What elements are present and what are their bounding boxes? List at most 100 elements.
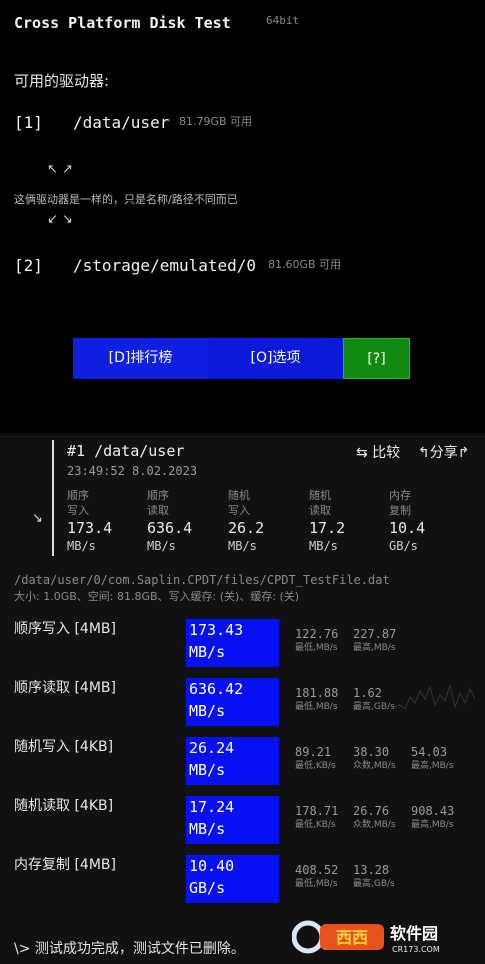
stat-value: 122.76: [295, 627, 339, 641]
summary-label-2: 读取: [147, 504, 169, 517]
arrows-up-icon: ↖ ↗: [47, 162, 73, 177]
summary-label-1: 顺序: [67, 489, 89, 502]
result-timestamp: 23:49:52 8.02.2023: [67, 464, 198, 478]
stat-min: 178.71 最低,KB/s: [295, 803, 338, 832]
result-bar: 636.42 MB/s: [186, 678, 279, 726]
result-unit: MB/s: [189, 702, 226, 720]
stat-value: 178.71: [295, 804, 339, 818]
stat-max: 54.03 最高,MB/s: [411, 744, 454, 773]
stat-label: 最高,GB/s: [353, 879, 395, 889]
arrows-down-icon: ↙ ↘: [47, 212, 73, 227]
summary-unit: MB/s: [228, 539, 257, 553]
test-name: 顺序读取 [4MB]: [14, 680, 116, 696]
result-value: 17.24: [189, 798, 235, 816]
compare-button[interactable]: ⇆ 比较: [356, 442, 400, 462]
watermark-brand: 软件园: [390, 924, 438, 943]
test-row-seq-read: 顺序读取 [4MB] 636.42 MB/s 181.88 最低,MB/s 1.…: [0, 677, 485, 729]
stat-label: 最高,MB/s: [411, 761, 454, 771]
test-row-seq-write: 顺序写入 [4MB] 173.43 MB/s 122.76 最低,MB/s 22…: [0, 618, 485, 670]
drive-1-free-space: 81.79GB 可用: [179, 115, 253, 128]
drive-2-free-space: 81.60GB 可用: [268, 258, 342, 271]
site-watermark-logo: 西西 软件园 CR173.COM: [292, 920, 440, 954]
stat-value: 181.88: [295, 686, 339, 700]
stat-label: 众数,MB/s: [353, 820, 396, 830]
summary-rand-read: 随机 读取 17.2 MB/s: [309, 488, 385, 554]
test-name: 内存复制 [4MB]: [14, 857, 116, 873]
same-drive-note: 这俩驱动器是一样的，只是名称/路径不同而已: [14, 193, 238, 206]
test-row-rand-write: 随机写入 [4KB] 26.24 MB/s 89.21 最低,KB/s 38.3…: [0, 736, 485, 788]
stat-value: 408.52: [295, 863, 339, 877]
help-button[interactable]: [?]: [343, 338, 410, 379]
stat-value: 26.76: [353, 804, 390, 818]
watermark-site: CR173.COM: [392, 945, 440, 954]
stat-label: 最低,MB/s: [295, 879, 338, 889]
stat-value: 227.87: [353, 627, 397, 641]
drive-1-index[interactable]: [1]: [14, 113, 43, 132]
stat-label: 最低,KB/s: [295, 820, 336, 830]
summary-value: 173.4: [67, 519, 113, 537]
test-name: 随机读取 [4KB]: [14, 798, 114, 814]
stat-min: 181.88 最低,MB/s: [295, 685, 338, 714]
status-message: \> 测试成功完成，测试文件已删除。: [14, 941, 245, 957]
stat-max: 227.87 最高,MB/s: [353, 626, 396, 655]
result-value: 10.40: [189, 857, 235, 875]
test-row-mem-copy: 内存复制 [4MB] 10.40 GB/s 408.52 最低,MB/s 13.…: [0, 854, 485, 906]
stat-max: 908.43 最高,MB/s: [411, 803, 454, 832]
summary-value: 636.4: [147, 519, 193, 537]
stat-label: 最高,GB/s: [353, 702, 395, 712]
app-title: Cross Platform Disk Test: [14, 14, 231, 32]
stat-min: 408.52 最低,MB/s: [295, 862, 338, 891]
summary-label-2: 写入: [228, 504, 250, 517]
result-bar: 10.40 GB/s: [186, 855, 279, 903]
result-unit: GB/s: [189, 879, 226, 897]
summary-label-2: 读取: [309, 504, 331, 517]
result-bar: 26.24 MB/s: [186, 737, 279, 785]
summary-value: 26.2: [228, 519, 265, 537]
action-button-bar: [D]排行榜 [O]选项 [?]: [73, 338, 410, 379]
result-value: 173.43: [189, 621, 244, 639]
summary-unit: MB/s: [309, 539, 338, 553]
test-file-info: 大小: 1.0GB、空间: 81.8GB、写入缓存: (关)、缓存: (关): [14, 590, 300, 603]
summary-value: 10.4: [389, 519, 426, 537]
summary-label-2: 复制: [389, 504, 411, 517]
summary-seq-write: 顺序 写入 173.4 MB/s: [67, 488, 143, 554]
stat-value: 1.62: [353, 686, 382, 700]
summary-unit: MB/s: [147, 539, 176, 553]
summary-label-1: 内存: [389, 489, 411, 502]
share-button[interactable]: ↰分享↱: [418, 442, 469, 462]
stat-max: 13.28 最高,GB/s: [353, 862, 395, 891]
stat-value: 89.21: [295, 745, 332, 759]
stat-label: 最低,MB/s: [295, 702, 338, 712]
drive-1-path[interactable]: /data/user: [73, 113, 169, 132]
options-button[interactable]: [O]选项: [208, 338, 343, 379]
watermark-mark: 西西: [336, 928, 368, 947]
drive-2-path[interactable]: /storage/emulated/0: [73, 256, 256, 275]
summary-label-2: 写入: [67, 504, 89, 517]
summary-unit: MB/s: [67, 539, 96, 553]
result-divider: [52, 440, 54, 556]
stat-min: 122.76 最低,MB/s: [295, 626, 338, 655]
test-file-path: /data/user/0/com.Saplin.CPDT/files/CPDT_…: [14, 573, 390, 587]
collapse-arrow-icon[interactable]: ↘: [32, 511, 43, 526]
test-name: 顺序写入 [4MB]: [14, 621, 116, 637]
summary-unit: GB/s: [389, 539, 418, 553]
stat-value: 38.30: [353, 745, 390, 759]
ranking-button[interactable]: [D]排行榜: [73, 338, 208, 379]
summary-mem-copy: 内存 复制 10.4 GB/s: [389, 488, 465, 554]
summary-rand-write: 随机 写入 26.2 MB/s: [228, 488, 304, 554]
result-bar: 173.43 MB/s: [186, 619, 279, 667]
summary-label-1: 随机: [309, 489, 331, 502]
drive-2-index[interactable]: [2]: [14, 256, 43, 275]
drives-label: 可用的驱动器:: [14, 72, 110, 90]
summary-label-1: 随机: [228, 489, 250, 502]
stat-value: 54.03: [411, 745, 448, 759]
stat-max: 1.62 最高,GB/s: [353, 685, 395, 714]
summary-seq-read: 顺序 读取 636.4 MB/s: [147, 488, 223, 554]
stat-label: 最高,MB/s: [353, 643, 396, 653]
result-unit: MB/s: [189, 761, 226, 779]
stat-mode: 26.76 众数,MB/s: [353, 803, 396, 832]
stat-value: 13.28: [353, 863, 390, 877]
test-row-rand-read: 随机读取 [4KB] 17.24 MB/s 178.71 最低,KB/s 26.…: [0, 795, 485, 847]
stat-mode: 38.30 众数,MB/s: [353, 744, 396, 773]
result-value: 26.24: [189, 739, 235, 757]
